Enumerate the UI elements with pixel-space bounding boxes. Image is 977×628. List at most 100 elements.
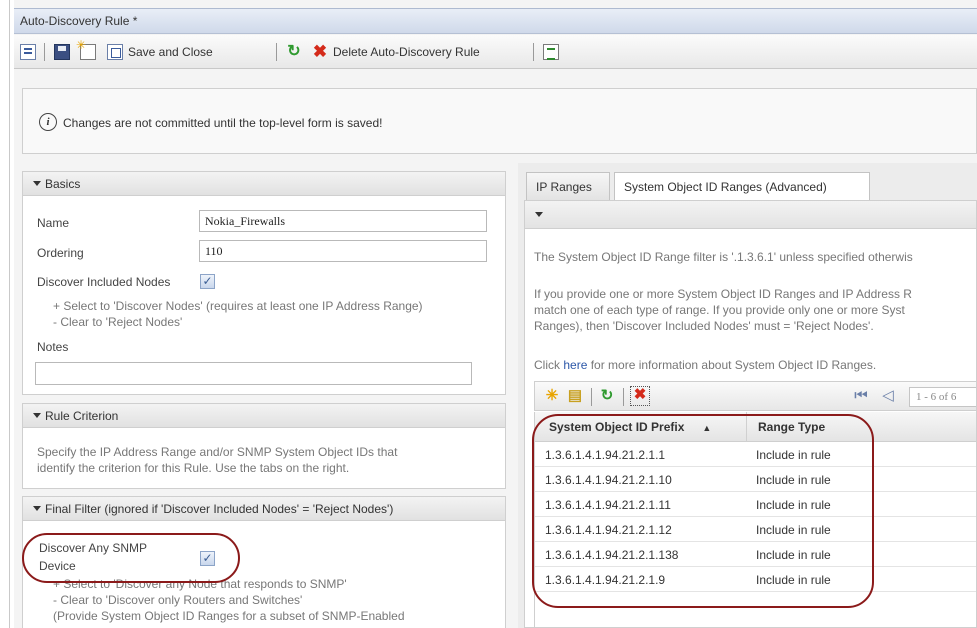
discover-any-snmp-label-line2: Device [39,559,76,573]
range-type-cell: Include in rule [756,548,831,562]
main-toolbar: Save and Close ↻ ✖ Delete Auto-Discovery… [14,35,977,69]
toolbar-separator [44,43,45,61]
info-message-box: i Changes are not committed until the to… [22,88,977,154]
save-and-close-label: Save and Close [128,45,213,59]
rule-criterion-header-label: Rule Criterion [45,409,119,423]
name-field[interactable]: Nokia_Firewalls [199,210,487,232]
collapse-triangle-icon [33,413,41,418]
snmp-hint-clear: - Clear to 'Discover only Routers and Sw… [53,593,303,607]
column-header-range-type[interactable]: Range Type [758,420,825,434]
previous-page-icon[interactable]: ◁ [880,388,896,404]
prefix-cell: 1.3.6.1.4.1.94.21.2.1.11 [545,498,671,512]
prefix-cell: 1.3.6.1.4.1.94.21.2.1.10 [545,473,672,487]
prefix-cell: 1.3.6.1.4.1.94.21.2.1.9 [545,573,666,587]
info-message-text: Changes are not committed until the top-… [63,116,383,130]
first-page-icon[interactable]: ⏮ [853,388,869,404]
prefix-column-label: System Object ID Prefix [549,420,685,434]
delete-rule-button[interactable]: ✖ Delete Auto-Discovery Rule [312,42,480,62]
save-and-close-icon [107,44,123,60]
collapse-triangle-icon [33,506,41,511]
final-filter-header-label: Final Filter (ignored if 'Discover Inclu… [45,502,394,516]
grid-delete-icon[interactable]: ✖ [630,386,650,406]
final-filter-panel: Final Filter (ignored if 'Discover Inclu… [22,496,506,628]
save-button[interactable] [54,42,75,62]
ordering-label: Ordering [37,246,84,260]
info-icon: i [39,113,57,131]
export-button[interactable] [543,42,564,62]
basics-panel-header[interactable]: Basics [23,172,505,196]
rule-criterion-header[interactable]: Rule Criterion [23,404,505,428]
sysoid-filter-text: The System Object ID Range filter is '.1… [534,250,913,264]
tab-system-object-id-ranges[interactable]: System Object ID Ranges (Advanced) [614,172,870,202]
edit-button[interactable] [20,42,41,62]
discover-included-nodes-checkbox[interactable]: ✓ [200,274,215,289]
grid-header: System Object ID Prefix ▲ Range Type [535,412,976,442]
table-row[interactable]: 1.3.6.1.4.1.94.21.2.1.9 Include in rule [535,568,976,592]
final-filter-header[interactable]: Final Filter (ignored if 'Discover Inclu… [23,497,505,521]
save-and-new-button[interactable] [76,38,101,62]
discover-hint-select: + Select to 'Discover Nodes' (requires a… [53,299,423,313]
system-object-id-grid: System Object ID Prefix ▲ Range Type 1.3.… [534,412,976,627]
table-row[interactable]: 1.3.6.1.4.1.94.21.2.1.1 Include in rule [535,443,976,467]
left-edge-bar [0,0,10,628]
auto-discovery-rule-window: Auto-Discovery Rule * Save and Close ↻ ✖… [14,0,977,628]
pager-range[interactable]: 1 - 6 of 6 [909,387,976,407]
name-label: Name [37,216,70,230]
grid-toolbar: ✳ ▤ ↻ ✖ ⏮ ◁ 1 - 6 of 6 [534,381,976,411]
table-row[interactable]: 1.3.6.1.4.1.94.21.2.1.11 Include in rule [535,493,976,517]
range-type-cell: Include in rule [756,498,831,512]
rule-criterion-text-2: identify the criterion for this Rule. Us… [37,461,350,475]
collapse-triangle-icon [535,212,543,217]
sysoid-help-line-3: Ranges), then 'Discover Included Nodes' … [534,319,874,333]
prefix-cell: 1.3.6.1.4.1.94.21.2.1.138 [545,548,679,562]
snmp-hint-provide: (Provide System Object ID Ranges for a s… [53,609,405,623]
sysoid-panel-header[interactable] [525,201,976,229]
edit-icon [20,44,36,60]
more-info-prefix: Click [534,358,564,372]
snmp-hint-select: + Select to 'Discover any Node that resp… [53,577,347,591]
discover-any-snmp-label-line1: Discover Any SNMP [39,541,148,555]
sort-ascending-icon: ▲ [702,423,712,433]
notes-field[interactable] [35,362,472,385]
ordering-field[interactable]: 110 [199,240,487,262]
prefix-cell: 1.3.6.1.4.1.94.21.2.1.12 [545,523,672,537]
discover-any-snmp-checkbox[interactable]: ✓ [200,551,215,566]
save-icon [54,44,70,60]
export-icon [543,44,559,60]
refresh-icon: ↻ [287,43,301,60]
range-type-cell: Include in rule [756,448,831,462]
range-type-cell: Include in rule [756,523,831,537]
open-row-icon[interactable]: ▤ [567,388,583,404]
grid-toolbar-separator [591,388,592,406]
more-info-suffix: for more information about System Object… [587,358,877,372]
notes-label: Notes [37,340,69,354]
table-row[interactable]: 1.3.6.1.4.1.94.21.2.1.10 Include in rule [535,468,976,492]
range-type-cell: Include in rule [756,573,831,587]
basics-panel: Basics Name Nokia_Firewalls Ordering 110… [22,171,506,395]
discover-included-nodes-label: Discover Included Nodes [37,275,171,289]
rule-criterion-text-1: Specify the IP Address Range and/or SNMP… [37,445,398,459]
save-and-new-icon [76,38,96,60]
toolbar-separator [276,43,277,61]
rule-criterion-panel: Rule Criterion Specify the IP Address Ra… [22,403,506,489]
prefix-cell: 1.3.6.1.4.1.94.21.2.1.1 [545,448,666,462]
grid-refresh-icon[interactable]: ↻ [599,388,615,404]
refresh-button[interactable]: ↻ [286,42,307,62]
table-row[interactable]: 1.3.6.1.4.1.94.21.2.1.12 Include in rule [535,518,976,542]
tab-ip-ranges[interactable]: IP Ranges [526,172,610,200]
more-info-link[interactable]: here [563,358,587,372]
column-header-prefix[interactable]: System Object ID Prefix ▲ [549,420,711,434]
sysoid-help-line-2: match one of each type of range. If you … [534,303,905,317]
delete-icon: ✖ [312,42,328,61]
table-row[interactable]: 1.3.6.1.4.1.94.21.2.1.138 Include in rule [535,543,976,567]
basics-header-label: Basics [45,177,81,191]
collapse-triangle-icon [33,181,41,186]
sysoid-more-info: Click here for more information about Sy… [534,357,876,373]
new-row-icon[interactable]: ✳ [544,388,560,404]
window-title: Auto-Discovery Rule * [20,14,138,28]
system-object-id-ranges-panel: The System Object ID Range filter is '.1… [524,200,977,628]
window-titlebar: Auto-Discovery Rule * [14,8,977,34]
grid-toolbar-separator [623,388,624,406]
save-and-close-button[interactable]: Save and Close [107,42,213,62]
discover-hint-clear: - Clear to 'Reject Nodes' [53,315,183,329]
